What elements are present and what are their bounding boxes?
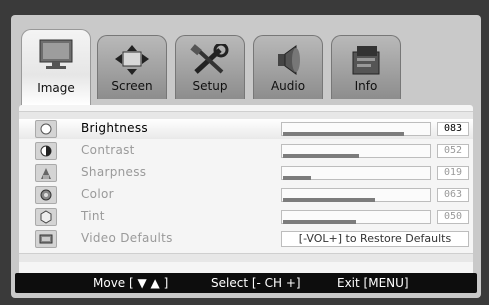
move-arrows-icon <box>113 44 151 80</box>
monitor-icon <box>38 38 74 76</box>
info-panel-icon <box>349 44 383 80</box>
slider-fill <box>283 198 375 202</box>
contrast-slider[interactable] <box>281 144 431 158</box>
reset-icon <box>35 230 57 248</box>
setting-row-video-defaults[interactable]: Video Defaults [-VOL+] to Restore Defaul… <box>19 229 473 249</box>
setting-label: Tint <box>81 209 105 223</box>
sharpness-icon <box>35 164 57 182</box>
tab-image[interactable]: Image <box>21 29 91 105</box>
setting-label: Contrast <box>81 143 135 157</box>
setting-value: 052 <box>437 144 469 158</box>
tab-label: Setup <box>192 79 228 93</box>
setting-row-sharpness[interactable]: Sharpness 019 <box>19 163 473 183</box>
contrast-icon <box>35 142 57 160</box>
slider-fill <box>283 132 404 136</box>
setting-row-tint[interactable]: Tint 050 <box>19 207 473 227</box>
tab-bar: Image Screen Setup Audio Info <box>11 15 481 105</box>
setting-label: Video Defaults <box>81 231 173 245</box>
slider-fill <box>283 220 356 224</box>
tab-setup[interactable]: Setup <box>175 35 245 99</box>
select-hint: Select [- CH +] <box>211 276 301 290</box>
setting-value: 050 <box>437 210 469 224</box>
navigation-hint-bar: Move [ ▼ ▲ ] Select [- CH +] Exit [MENU] <box>15 273 477 293</box>
tab-label: Screen <box>111 79 153 93</box>
setting-row-brightness[interactable]: Brightness 083 <box>19 119 473 139</box>
tools-icon <box>190 42 230 80</box>
tab-audio[interactable]: Audio <box>253 35 323 99</box>
exit-hint: Exit [MENU] <box>337 276 409 290</box>
setting-value: 083 <box>437 122 469 136</box>
brightness-slider[interactable] <box>281 122 431 136</box>
setting-label: Brightness <box>81 121 148 135</box>
setting-label: Sharpness <box>81 165 147 179</box>
setting-value: 063 <box>437 188 469 202</box>
setting-row-contrast[interactable]: Contrast 052 <box>19 141 473 161</box>
tab-label: Info <box>354 79 378 93</box>
tab-label: Audio <box>270 79 306 93</box>
setting-row-color[interactable]: Color 063 <box>19 185 473 205</box>
color-icon <box>35 186 57 204</box>
tint-icon <box>35 208 57 226</box>
setting-value: 019 <box>437 166 469 180</box>
slider-fill <box>283 176 311 180</box>
brightness-icon <box>35 120 57 138</box>
speaker-icon <box>272 44 304 80</box>
slider-fill <box>283 154 359 158</box>
move-hint: Move [ ▼ ▲ ] <box>93 276 169 290</box>
tab-info[interactable]: Info <box>331 35 401 99</box>
osd-menu: Image Screen Setup Audio Info Brightness… <box>11 15 481 298</box>
tab-screen[interactable]: Screen <box>97 35 167 99</box>
sharpness-slider[interactable] <box>281 166 431 180</box>
divider <box>19 253 473 262</box>
tab-label: Image <box>37 81 75 95</box>
restore-defaults-hint[interactable]: [-VOL+] to Restore Defaults <box>281 231 469 247</box>
setting-label: Color <box>81 187 114 201</box>
settings-panel: Brightness 083 Contrast 052 Sharpness 01… <box>19 105 473 290</box>
color-slider[interactable] <box>281 188 431 202</box>
tint-slider[interactable] <box>281 210 431 224</box>
